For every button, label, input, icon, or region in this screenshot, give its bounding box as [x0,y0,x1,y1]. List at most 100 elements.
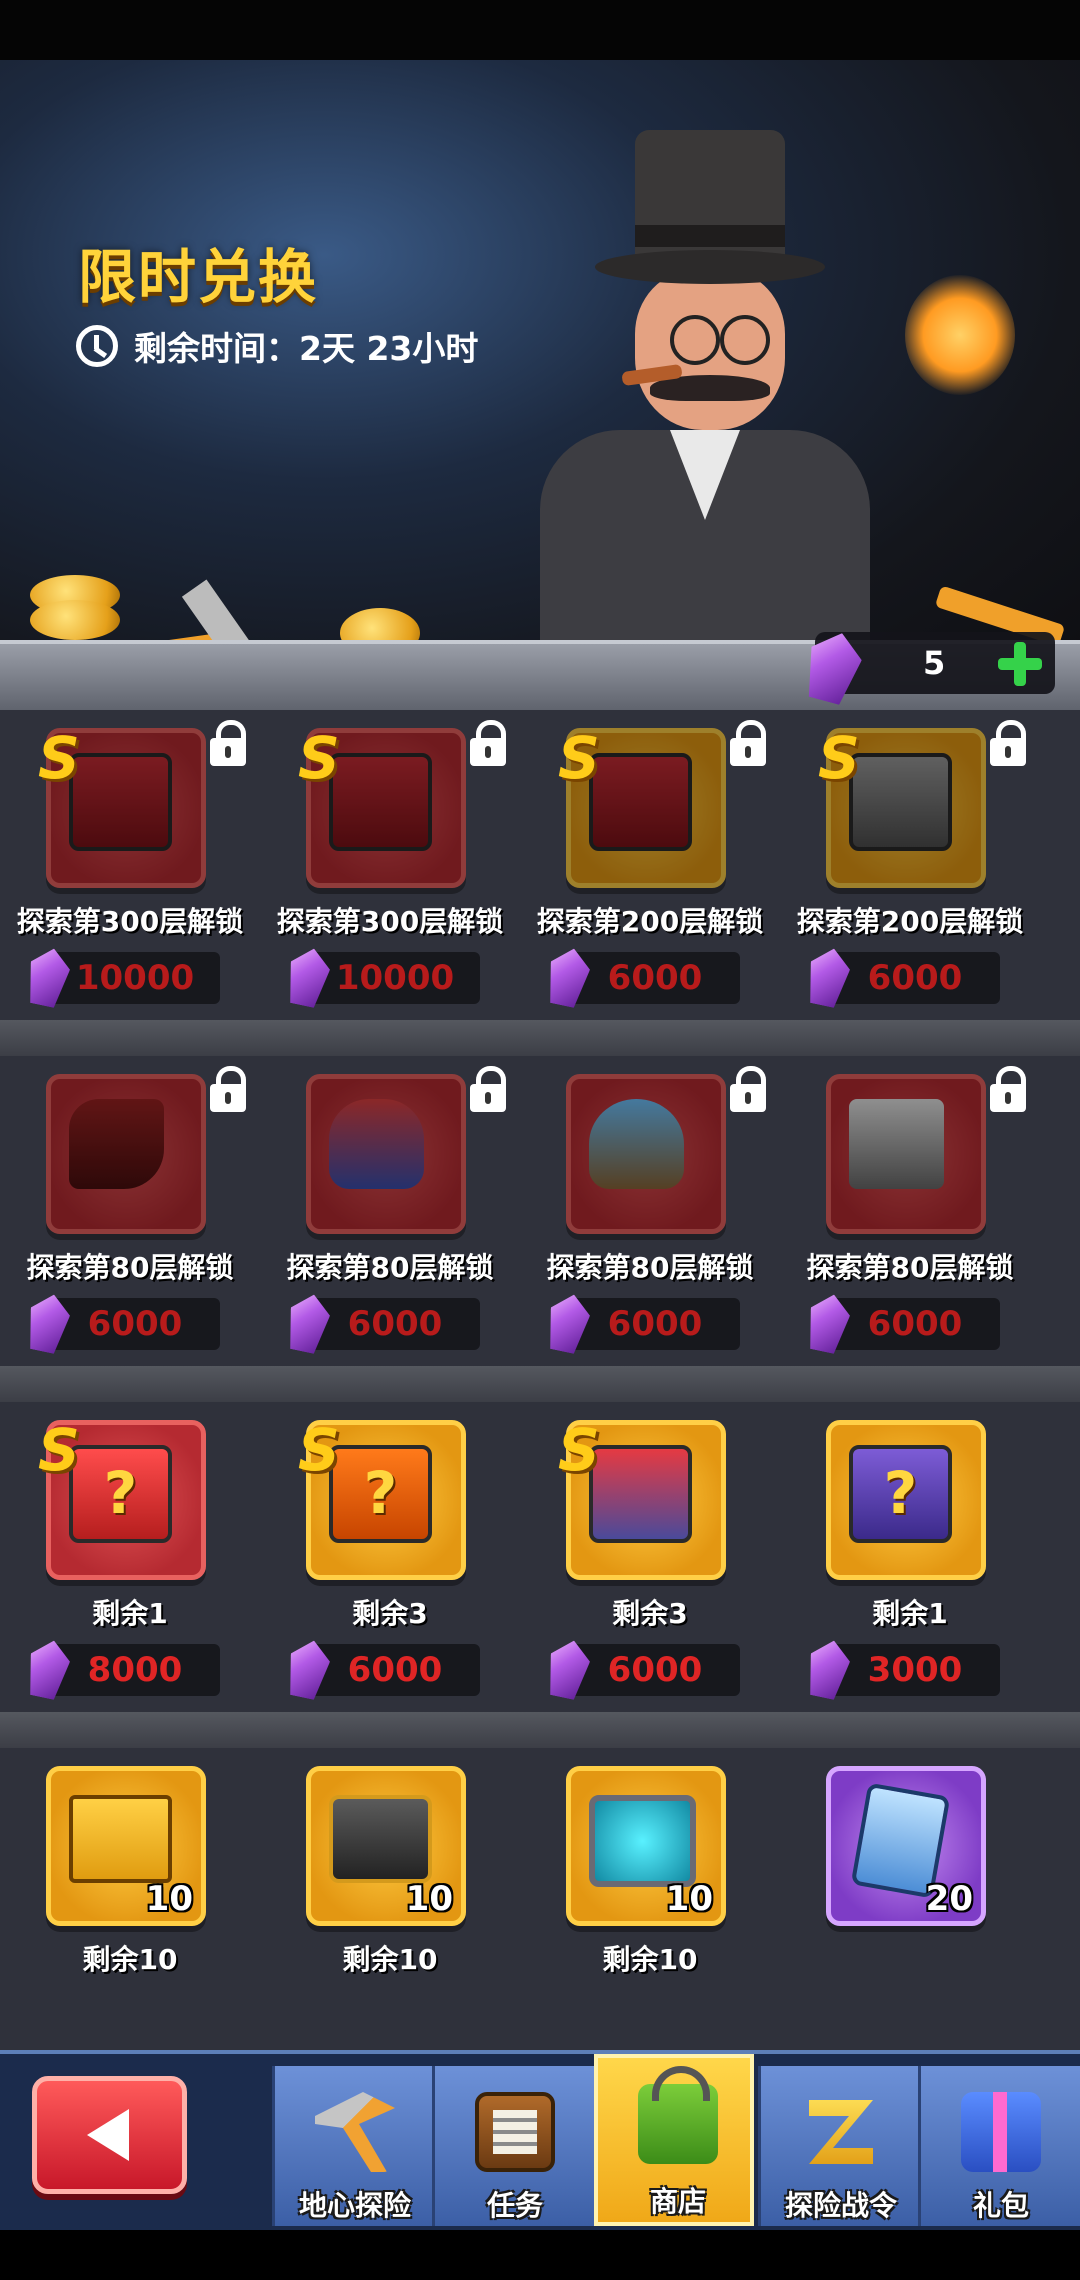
toolbox-icon [589,753,692,851]
screen-chip-icon [589,1795,696,1887]
lock-icon [728,1066,768,1112]
plus-icon[interactable] [998,642,1042,686]
item-label: 探索第80层解锁 [546,1251,754,1284]
tab-shop[interactable]: 商店 [594,2054,754,2226]
gold-coin-stack [30,600,120,640]
remaining-time: 剩余时间：2天 23小时 [76,322,478,370]
shop-row: ? S 剩余1 8000 ? S 剩余3 6000 S 剩余3 6000 ? 剩… [0,1402,1080,1748]
price-bar: 6000 [830,952,1000,1004]
item-price: 6000 [607,1650,703,1690]
price-bar: 10000 [310,952,480,1004]
price-bar: 6000 [570,1298,740,1350]
lamp-light [905,275,1015,395]
sleigh-icon [69,1099,164,1189]
lock-icon [468,720,508,766]
robot-tablet-icon [329,1795,432,1883]
merchant-character [540,130,870,650]
shop-item[interactable]: ? S 剩余1 8000 [10,1402,250,1702]
item-price: 10000 [75,958,195,998]
item-label: 探索第300层解锁 [16,905,244,938]
item-price: 10000 [335,958,455,998]
price-bar: 10000 [50,952,220,1004]
price-bar: 8000 [50,1644,220,1696]
lock-icon [468,1066,508,1112]
item-label: 剩余10 [342,1943,438,1976]
item-card: 10 [306,1766,466,1926]
task-icon [475,2092,555,2172]
item-card [46,1074,206,1234]
item-label: 探索第80层解锁 [26,1251,234,1284]
shelf-divider [0,1366,1080,1402]
item-count: 10 [405,1879,453,1919]
price-bar: 6000 [570,1644,740,1696]
shop-item[interactable]: 10 剩余10 [10,1748,250,2048]
s-rank-badge: S [38,724,80,792]
item-card [566,1074,726,1234]
shop-item[interactable]: 20 [790,1748,1030,2048]
item-price: 6000 [607,1304,703,1344]
item-label: 探索第80层解锁 [286,1251,494,1284]
mystery-box-icon: ? [329,1445,432,1543]
back-button[interactable] [32,2076,187,2194]
price-bar: 3000 [830,1644,1000,1696]
shop-grid: S 探索第300层解锁 10000 S 探索第300层解锁 10000 S 探索… [0,710,1080,2094]
shop-item[interactable]: S 剩余3 6000 [530,1402,770,1702]
shop-item[interactable]: 探索第80层解锁 6000 [790,1056,1030,1356]
tab-battle-pass[interactable]: 探险战令 [758,2066,921,2226]
system-nav-area [0,2230,1080,2280]
shop-item[interactable]: S 探索第300层解锁 10000 [10,710,250,1010]
page-title: 限时兑换 [78,243,319,311]
price-bar: 6000 [310,1298,480,1350]
battle-pass-icon [809,2100,873,2164]
mystery-box-icon: ? [69,1445,172,1543]
ticket-icon [69,1795,172,1883]
lock-icon [988,720,1028,766]
shop-item[interactable]: ? S 剩余3 6000 [270,1402,510,1702]
shop-row: 10 剩余10 10 剩余10 10 剩余10 20 [0,1748,1080,2094]
shop-item[interactable]: 10 剩余10 [270,1748,510,2048]
item-price: 8000 [87,1650,183,1690]
s-rank-badge: S [558,1416,600,1484]
clock-icon [76,325,118,367]
s-rank-badge: S [38,1416,80,1484]
shop-item[interactable]: S 探索第300层解锁 10000 [270,710,510,1010]
item-price: 6000 [607,958,703,998]
shop-row: S 探索第300层解锁 10000 S 探索第300层解锁 10000 S 探索… [0,710,1080,1056]
remaining-time-text: 剩余时间：2天 23小时 [134,329,479,368]
shelf-divider [0,1020,1080,1056]
item-price: 6000 [867,958,963,998]
tab-gifts[interactable]: 礼包 [918,2066,1080,2226]
tab-tasks[interactable]: 任务 [432,2066,595,2226]
tab-adventure[interactable]: 地心探险 [272,2066,435,2226]
shop-item[interactable]: ? 剩余1 3000 [790,1402,1030,1702]
s-rank-badge: S [298,724,340,792]
dragon-icon [329,1099,424,1189]
back-arrow-icon [87,2109,129,2161]
item-label: 探索第200层解锁 [536,905,764,938]
shop-item[interactable]: S 探索第200层解锁 6000 [530,710,770,1010]
item-label: 剩余3 [352,1597,428,1630]
chip-box-icon [589,1445,692,1543]
tab-label: 任务 [486,2189,543,2222]
tab-label: 商店 [649,2185,706,2218]
shop-item[interactable]: S 探索第200层解锁 6000 [790,710,1030,1010]
item-label: 剩余3 [612,1597,688,1630]
item-count: 20 [925,1879,973,1919]
tab-label: 地心探险 [298,2189,411,2222]
item-card: 10 [46,1766,206,1926]
pickaxe-icon [315,2092,395,2172]
shop-item[interactable]: 10 剩余10 [530,1748,770,2048]
item-count: 10 [665,1879,713,1919]
gear-chest-icon [849,753,952,851]
lock-icon [728,720,768,766]
glasses-right [720,315,770,365]
lock-icon [988,1066,1028,1112]
toolbox-icon [69,753,172,851]
gift-icon [961,2092,1041,2172]
shop-item[interactable]: 探索第80层解锁 6000 [10,1056,250,1356]
price-bar: 6000 [570,952,740,1004]
item-price: 6000 [347,1650,443,1690]
shop-item[interactable]: 探索第80层解锁 6000 [530,1056,770,1356]
item-card [306,1074,466,1234]
shop-item[interactable]: 探索第80层解锁 6000 [270,1056,510,1356]
